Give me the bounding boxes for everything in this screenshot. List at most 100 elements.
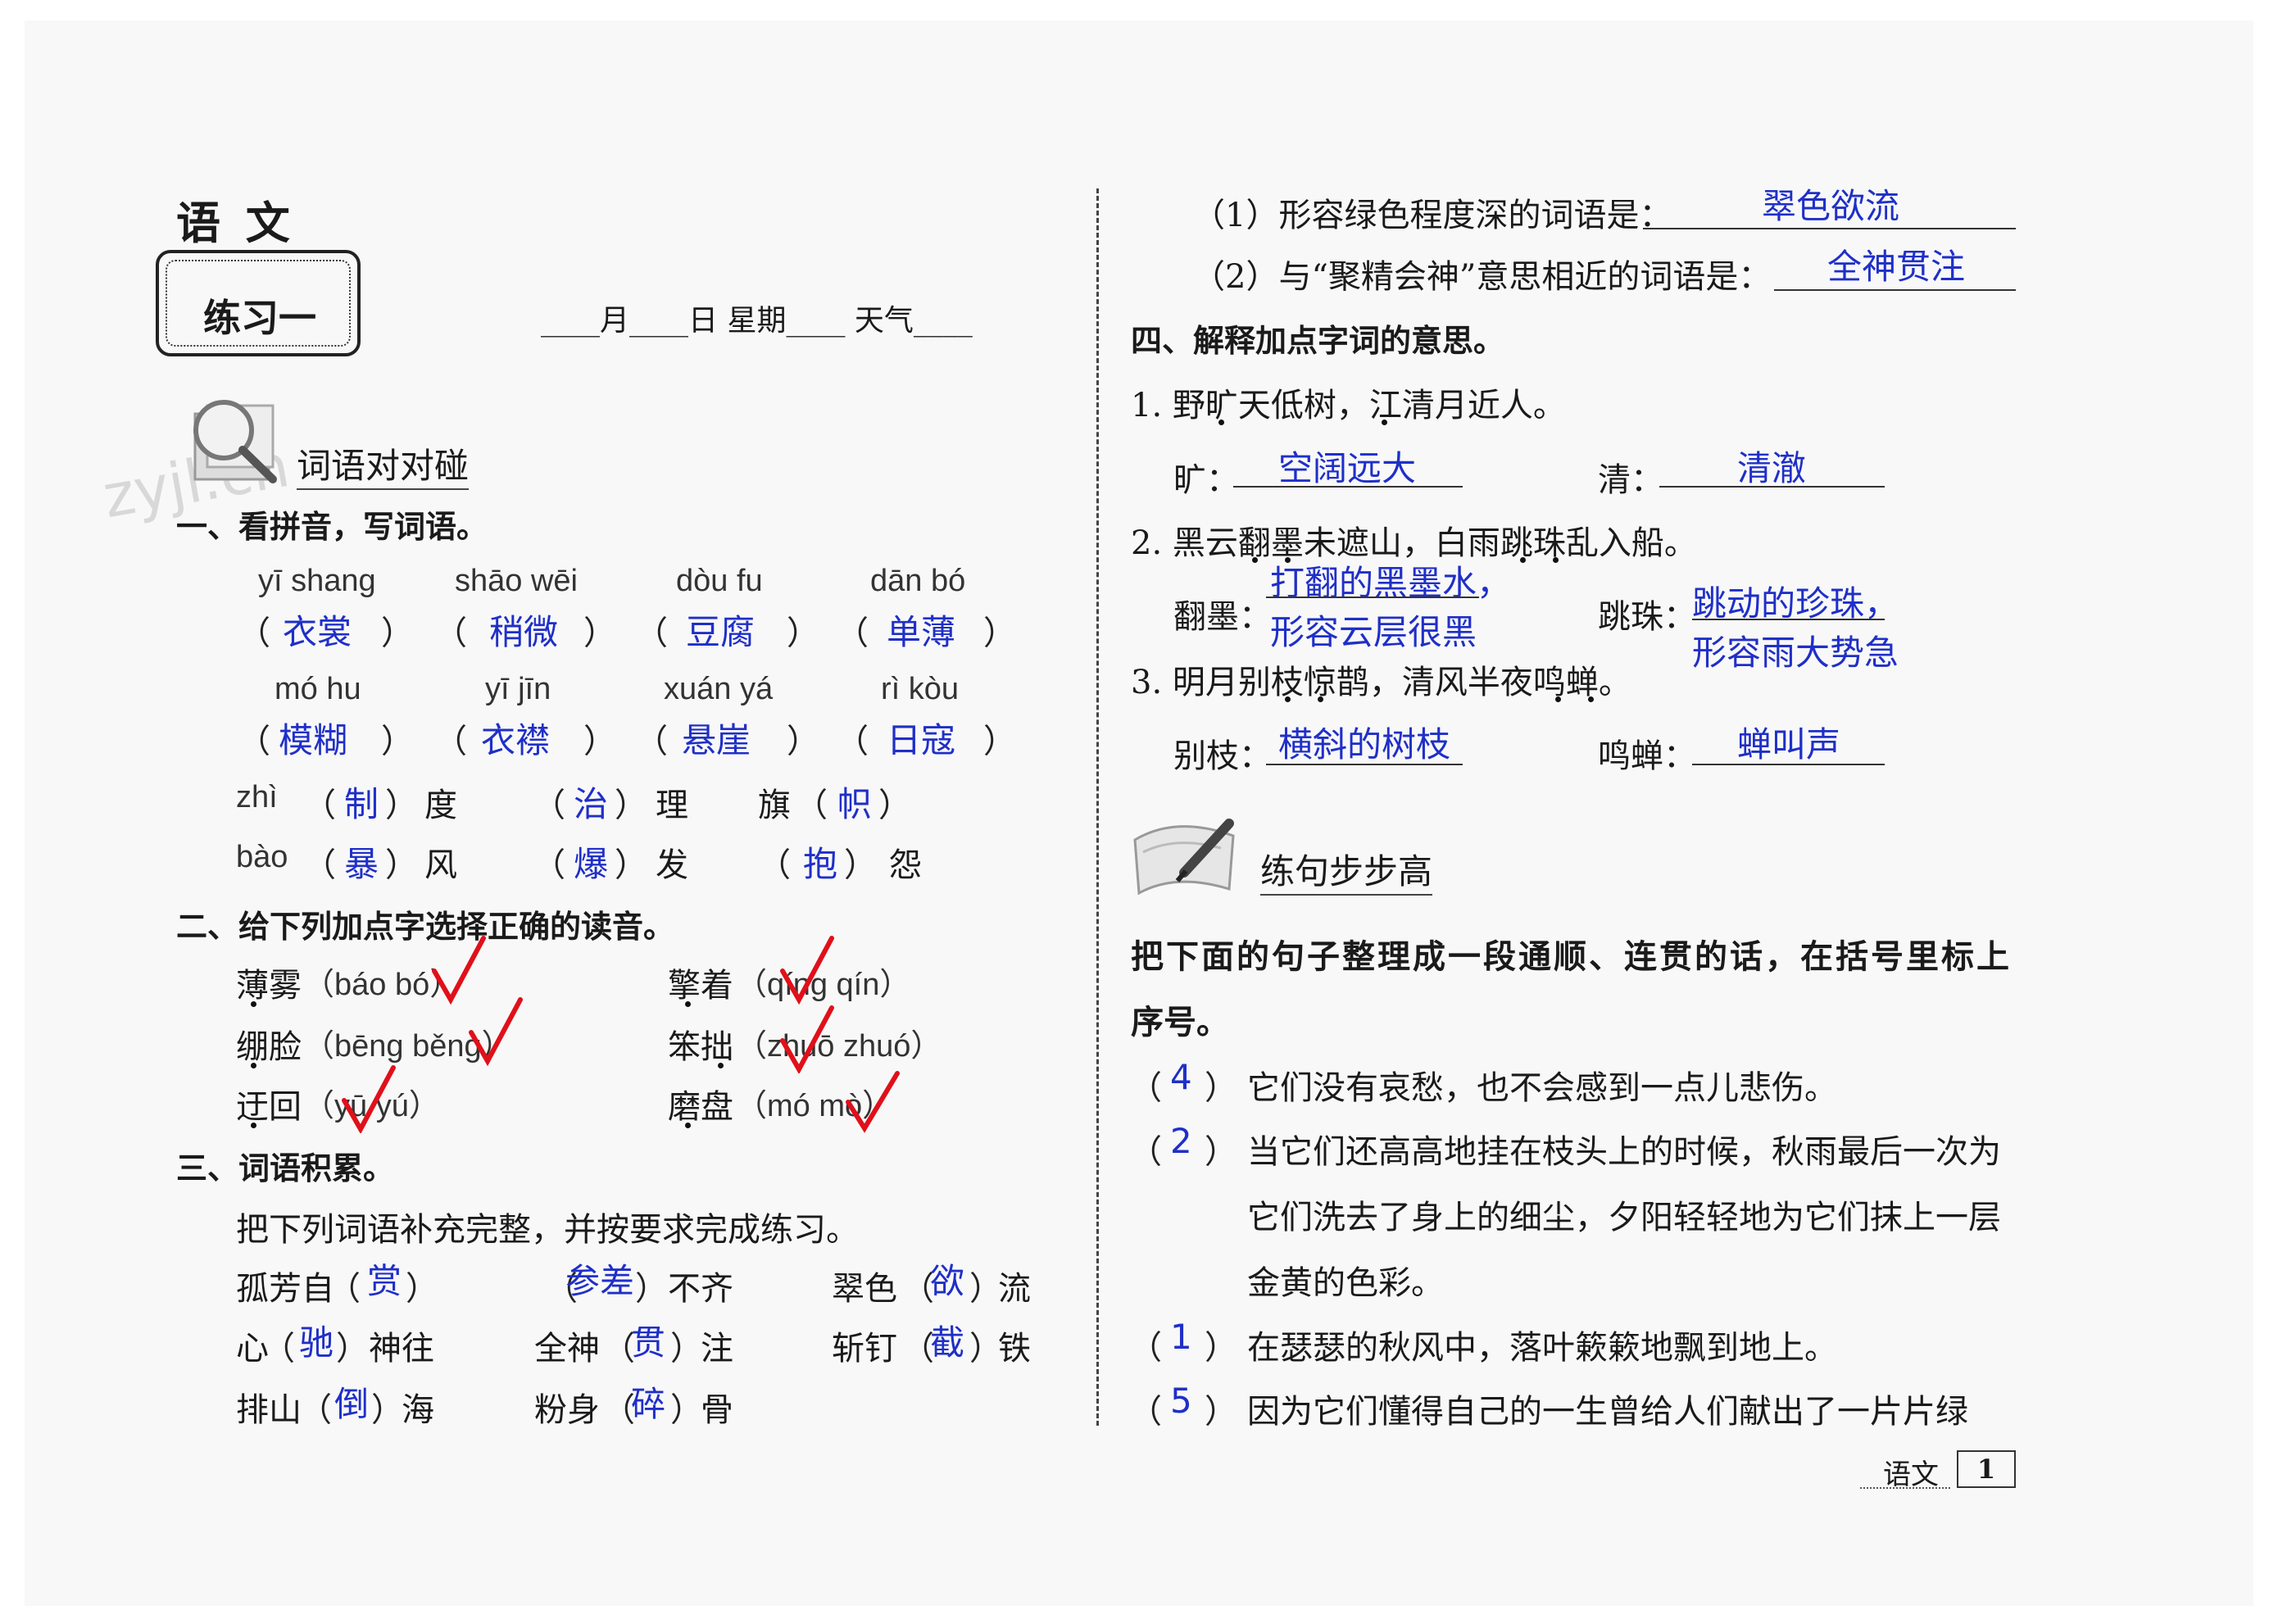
paren-close: ） [336,1330,369,1368]
column-divider [1096,188,1099,1426]
answer-text: 抱 [803,844,838,884]
emphasis-dot [1318,696,1323,702]
answer-text: 形容雨大势急 [1692,633,1899,673]
answer-text: 驰 [299,1322,334,1363]
emphasis-dot [685,1123,691,1128]
paren-open: （ [758,846,791,884]
answer-line [1774,289,2016,291]
answer-text: 稍微 [489,612,559,652]
paren-close: ） [635,1270,668,1308]
date-line: ____月____日 星期____ 天气____ [541,304,973,338]
paren-open: （ [533,846,565,884]
idiom-part: 斩钉 [832,1330,897,1368]
term-label: 清： [1598,461,1663,499]
sentence-text: 它们洗去了身上的细尘，夕阳轻轻地为它们抹上一层 [1247,1199,2001,1236]
paren-open: （ [836,615,869,652]
word-part: 理 [656,787,688,824]
check-mark-icon [780,1005,834,1073]
answer-text: 贯 [631,1322,666,1363]
answer-text: 暴 [344,844,379,884]
paren-close: ） [381,615,414,652]
term-label: 别枝： [1173,737,1272,775]
poem-line: 1. 野旷天低树，江清月近人。 [1131,387,1566,424]
term-label: 旷： [1173,461,1239,499]
order-number: 1 [1170,1317,1192,1357]
answer-line [1266,597,1479,598]
word-part: 旗 [758,787,791,824]
check-mark-icon [469,997,523,1067]
sentence-banner: 练句步步高 [1260,844,1433,896]
sentence-text: 金黄的色彩。 [1247,1264,1444,1302]
paren-close: ） [787,615,819,652]
q2-title: 二、给下列加点字选择正确的读音。 [176,909,675,945]
q2-word: 笨拙 [668,1028,733,1066]
pinyin: rì kòu [881,672,960,706]
answer-text: 参差 [565,1261,635,1301]
idiom-part: 不齐 [668,1270,733,1308]
answer-text: 帜 [837,784,873,824]
check-mark-icon [780,936,834,1005]
paren-close: ） [381,723,414,760]
emphasis-dot [1382,420,1387,425]
answer-text: 蝉叫声 [1737,724,1841,764]
paren-close: ） [1205,1393,1237,1431]
word-part: 风 [424,846,457,884]
answer-text: 爆 [574,844,609,884]
sub-question: （1）形容绿色程度深的词语是： [1192,197,1672,234]
emphasis-dot [251,1001,256,1007]
idiom-part: 铁 [998,1330,1031,1368]
footer-rule [1860,1487,1950,1489]
q2-word: 擎着 [668,967,733,1005]
answer-text: 治 [574,784,609,824]
term-label: 翻墨： [1173,598,1272,636]
q2-options: （zhuō zhuó） [736,1029,942,1064]
answer-text: 模糊 [279,720,348,760]
paren-close: ） [844,846,877,884]
paren-open: （ [635,723,668,760]
answer-text: 制 [344,784,379,824]
paren-open: （ [602,1330,635,1368]
answer-text: 衣裳 [283,612,352,652]
word-part: 怨 [889,846,922,884]
paren-close: ） [406,1270,438,1308]
paren-close: ） [615,846,647,884]
pinyin: yī shang [258,564,376,598]
term-label: 鸣蝉： [1598,737,1696,775]
emphasis-dot [251,1063,256,1068]
answer-text: 日寇 [887,720,956,760]
emphasis-dot [1553,557,1559,563]
q2-word: 绷脸 [236,1028,302,1066]
answer-text: 横斜的树枝 [1278,724,1451,764]
pinyin: zhì [236,780,278,814]
paren-close: ） [371,1391,404,1429]
pinyin: dòu fu [676,564,763,598]
sentence-text: 因为它们懂得自己的一生曾给人们献出了一片片绿 [1247,1393,1968,1431]
paren-open: （ [602,1391,635,1429]
paren-open: （ [299,1391,332,1429]
paren-open: （ [836,723,869,760]
answer-text: 衣襟 [481,720,551,760]
paren-open: （ [635,615,668,652]
order-number: 2 [1170,1121,1192,1161]
answer-text: 悬崖 [682,720,751,760]
paren-open: （ [303,846,336,884]
order-number: 5 [1170,1381,1192,1421]
idiom-part: 翠色 [832,1270,897,1308]
pinyin: mó hu [275,672,361,706]
answer-text: 截 [930,1322,965,1363]
word-part: 发 [656,846,688,884]
idiom-part: 骨 [701,1391,733,1429]
answer-text: 单薄 [887,612,956,652]
check-mark-icon [846,1071,900,1133]
word-part: 度 [424,787,457,824]
paren-open: （ [238,723,270,760]
pinyin: bào [236,840,288,874]
emphasis-dot [251,1123,256,1128]
magnifier-icon [193,400,277,483]
order-number: 4 [1170,1057,1192,1097]
paren-open: （ [262,1330,295,1368]
sentence-text: 它们没有哀愁，也不会感到一点儿悲伤。 [1247,1069,1837,1107]
term-label: 跳珠： [1598,598,1696,636]
page-number: 1 [1957,1450,2016,1488]
q2-word: 迂回 [236,1088,302,1126]
